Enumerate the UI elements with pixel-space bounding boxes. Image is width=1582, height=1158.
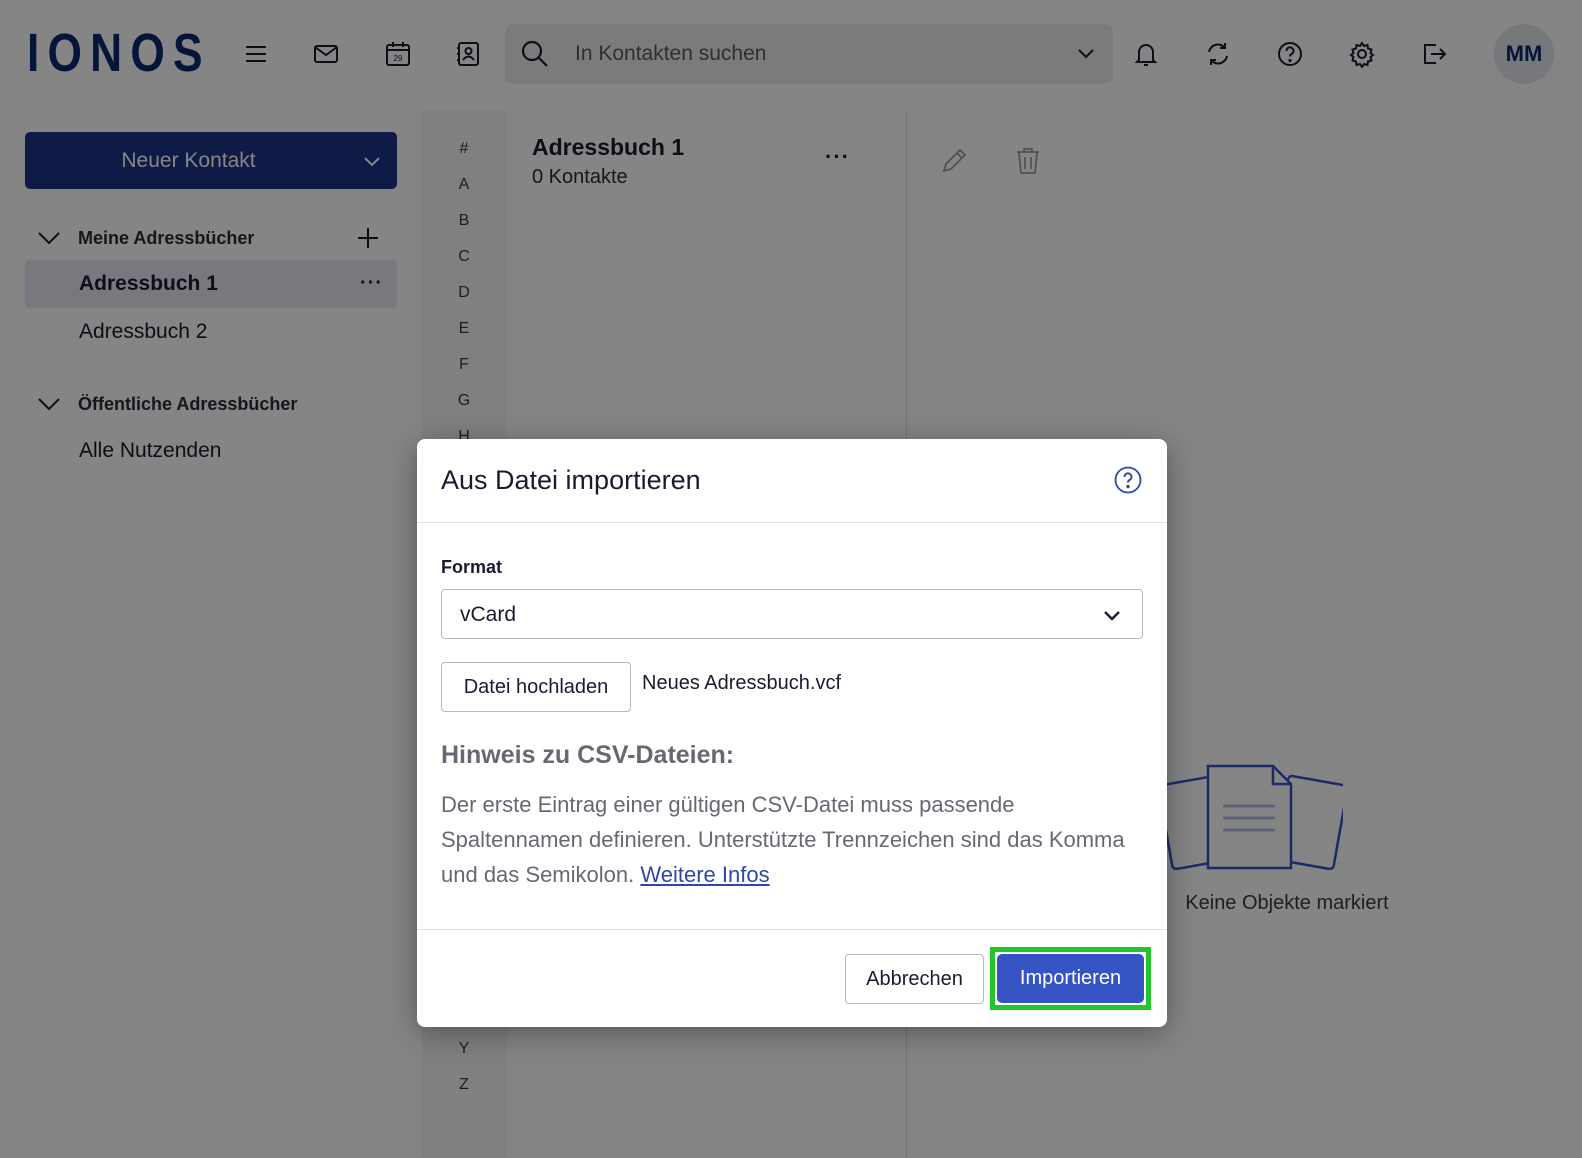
help-icon[interactable] xyxy=(1113,465,1143,495)
import-dialog: Aus Datei importieren Format vCard Datei… xyxy=(417,439,1167,1027)
import-button[interactable]: Importieren xyxy=(997,954,1144,1003)
dialog-title: Aus Datei importieren xyxy=(441,465,701,495)
csv-hint-heading: Hinweis zu CSV-Dateien: xyxy=(441,741,735,769)
dialog-header: Aus Datei importieren xyxy=(417,439,1167,523)
csv-hint-body: Der erste Eintrag einer gültigen CSV-Dat… xyxy=(441,792,1125,887)
csv-hint-text: Der erste Eintrag einer gültigen CSV-Dat… xyxy=(441,787,1131,892)
format-select[interactable]: vCard xyxy=(441,589,1143,639)
upload-file-button[interactable]: Datei hochladen xyxy=(441,662,631,712)
cancel-button[interactable]: Abbrechen xyxy=(845,954,984,1004)
import-button-highlight: Importieren xyxy=(990,947,1151,1010)
dialog-footer: Abbrechen Importieren xyxy=(417,929,1167,1027)
more-info-link[interactable]: Weitere Infos xyxy=(640,862,769,887)
format-select-value: vCard xyxy=(460,603,517,626)
chevron-down-icon xyxy=(1100,603,1124,627)
format-label: Format xyxy=(441,557,503,577)
selected-file-name: Neues Adressbuch.vcf xyxy=(642,672,841,694)
